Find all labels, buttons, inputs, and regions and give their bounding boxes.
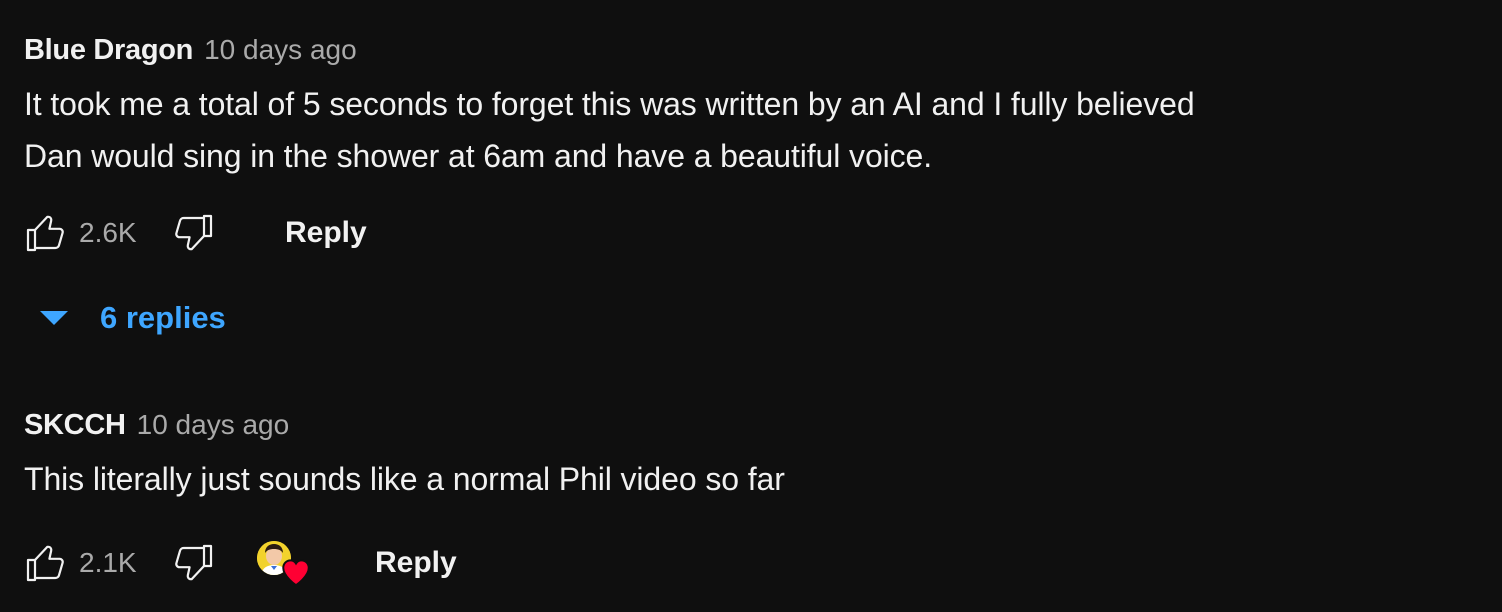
dislike-button[interactable]: [165, 205, 221, 261]
caret-down-icon: [36, 300, 72, 336]
reply-button[interactable]: Reply: [285, 208, 367, 258]
comment-thread: Blue Dragon 10 days ago It took me a tot…: [24, 30, 1444, 335]
comment-timestamp[interactable]: 10 days ago: [137, 405, 290, 445]
thumbs-up-icon: [26, 215, 64, 252]
dislike-button[interactable]: [165, 535, 221, 591]
comment-action-bar: 2.1K Reply: [18, 533, 457, 593]
comment-thread: SKCCH 10 days ago This literally just so…: [24, 405, 1444, 587]
thumbs-up-icon: [26, 545, 64, 582]
view-replies-button[interactable]: 6 replies: [36, 292, 226, 344]
like-count: 2.6K: [79, 217, 137, 248]
creator-heart-badge: [257, 535, 319, 591]
replies-count-label: 6 replies: [100, 300, 226, 335]
comment-author[interactable]: Blue Dragon: [24, 30, 193, 70]
like-count: 2.1K: [79, 547, 137, 578]
thumbs-down-icon: [175, 544, 213, 581]
comment-text: This literally just sounds like a normal…: [24, 461, 785, 497]
comment-author[interactable]: SKCCH: [24, 405, 126, 445]
comment-header: Blue Dragon 10 days ago: [24, 30, 1444, 70]
comment-header: SKCCH 10 days ago: [24, 405, 1444, 445]
comment-timestamp[interactable]: 10 days ago: [204, 30, 357, 70]
like-button[interactable]: [18, 535, 74, 591]
comment-action-bar: 2.6K Reply: [18, 203, 367, 263]
thumbs-down-icon: [175, 214, 213, 251]
comment-text: It took me a total of 5 seconds to forge…: [24, 86, 1195, 174]
heart-icon: [282, 559, 310, 587]
like-button[interactable]: [18, 205, 74, 261]
reply-button[interactable]: Reply: [375, 538, 457, 588]
